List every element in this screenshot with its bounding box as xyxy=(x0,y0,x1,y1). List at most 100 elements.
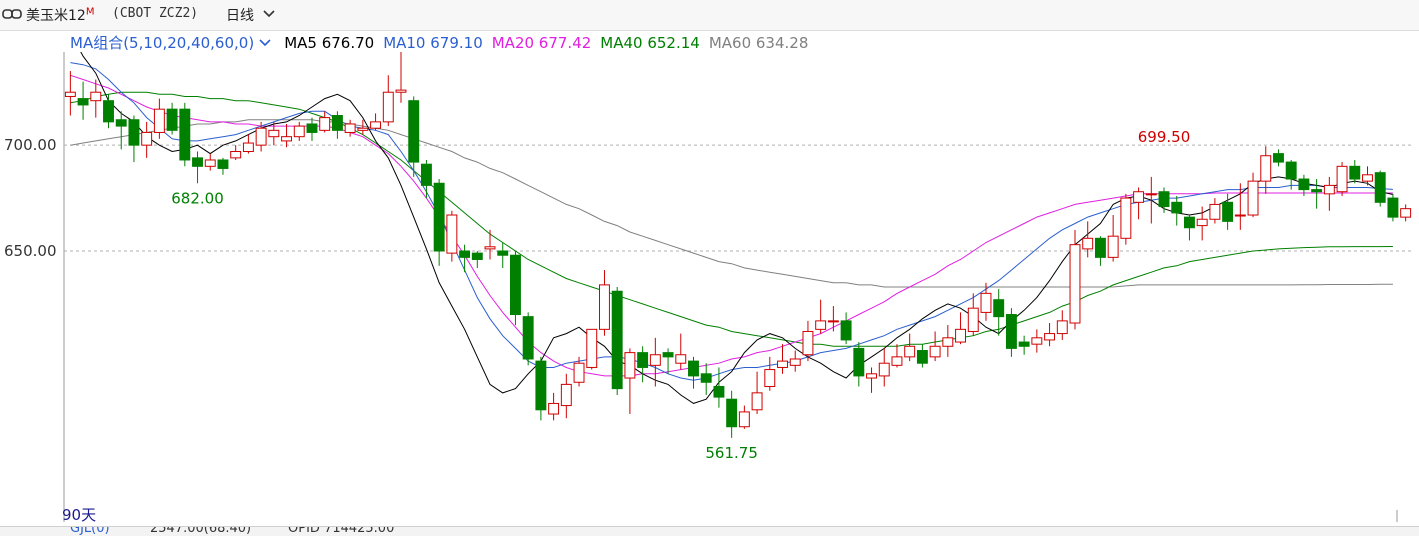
candlestick-chart[interactable]: 700.00650.00 749.25682.00561.75699.5090天 xyxy=(0,52,1419,526)
candle[interactable] xyxy=(1387,193,1399,222)
chevron-down-icon[interactable] xyxy=(262,9,276,19)
candle[interactable] xyxy=(688,356,699,389)
candle[interactable] xyxy=(1234,183,1246,230)
candle[interactable] xyxy=(1222,193,1234,230)
candle[interactable] xyxy=(815,299,827,334)
candle[interactable] xyxy=(1107,215,1119,262)
candle[interactable] xyxy=(802,320,814,362)
candle[interactable] xyxy=(115,111,127,150)
chevron-down-icon[interactable] xyxy=(258,38,272,48)
candle[interactable] xyxy=(726,390,738,438)
candle[interactable] xyxy=(77,81,89,120)
candle[interactable] xyxy=(548,392,560,421)
candle[interactable] xyxy=(675,333,687,370)
candle[interactable] xyxy=(637,346,649,383)
candle[interactable] xyxy=(916,344,928,368)
candle[interactable] xyxy=(306,117,318,141)
candle[interactable] xyxy=(166,102,178,135)
candle[interactable] xyxy=(1044,322,1056,347)
candle[interactable] xyxy=(230,145,242,160)
candle[interactable] xyxy=(420,159,432,199)
candle[interactable] xyxy=(1171,195,1183,226)
candle[interactable] xyxy=(853,342,865,387)
candle[interactable] xyxy=(1349,159,1361,184)
candle[interactable] xyxy=(611,287,623,395)
candle[interactable] xyxy=(522,312,534,366)
candle[interactable] xyxy=(1069,229,1081,330)
candle[interactable] xyxy=(242,134,254,154)
candle[interactable] xyxy=(993,289,1005,336)
candle[interactable] xyxy=(509,251,521,326)
candle[interactable] xyxy=(751,371,763,415)
candle[interactable] xyxy=(1247,172,1259,218)
candle[interactable] xyxy=(560,373,572,419)
ma-combo-selector[interactable]: MA组合(5,10,20,40,60,0) xyxy=(70,34,254,52)
candle[interactable] xyxy=(281,123,293,148)
candle[interactable] xyxy=(1336,162,1348,196)
candle[interactable] xyxy=(319,111,331,133)
candle[interactable] xyxy=(395,52,407,103)
candle[interactable] xyxy=(955,312,967,345)
candle[interactable] xyxy=(1158,187,1170,213)
candle[interactable] xyxy=(1031,329,1043,353)
candle[interactable] xyxy=(204,153,216,171)
candle[interactable] xyxy=(1260,146,1272,194)
candle[interactable] xyxy=(1311,179,1323,209)
candle[interactable] xyxy=(446,210,458,262)
candle[interactable] xyxy=(713,367,725,408)
y-tick-label: 700.00 xyxy=(4,136,57,154)
candle[interactable] xyxy=(866,367,877,393)
candle[interactable] xyxy=(649,337,661,387)
candle[interactable] xyxy=(293,121,305,141)
candle[interactable] xyxy=(484,229,496,260)
candle[interactable] xyxy=(1209,198,1221,224)
candle[interactable] xyxy=(942,325,954,357)
candle[interactable] xyxy=(738,405,750,429)
candle[interactable] xyxy=(904,333,916,362)
candle[interactable] xyxy=(535,356,547,421)
candle[interactable] xyxy=(141,121,153,158)
candle[interactable] xyxy=(331,111,343,139)
candle[interactable] xyxy=(1018,335,1030,355)
candle[interactable] xyxy=(497,242,509,268)
candle[interactable] xyxy=(764,356,776,391)
candle[interactable] xyxy=(179,102,191,167)
candle[interactable] xyxy=(929,331,941,362)
candle[interactable] xyxy=(777,344,788,374)
candle[interactable] xyxy=(433,179,445,266)
candle[interactable] xyxy=(217,157,229,175)
candle[interactable] xyxy=(624,348,636,415)
candle[interactable] xyxy=(382,75,394,127)
candle[interactable] xyxy=(599,270,610,336)
candle[interactable] xyxy=(1183,215,1195,241)
candle[interactable] xyxy=(586,328,598,370)
link-icon[interactable] xyxy=(2,6,22,22)
candle[interactable] xyxy=(1400,204,1412,222)
candle[interactable] xyxy=(1120,193,1132,245)
candle[interactable] xyxy=(1056,310,1068,340)
candle[interactable] xyxy=(878,348,890,387)
candle[interactable] xyxy=(103,94,114,129)
candle[interactable] xyxy=(1323,176,1335,211)
candle[interactable] xyxy=(840,312,852,345)
candle[interactable] xyxy=(662,348,674,374)
candle[interactable] xyxy=(459,244,471,273)
candle[interactable] xyxy=(980,282,992,321)
candle[interactable] xyxy=(1082,221,1094,258)
candle[interactable] xyxy=(827,306,839,332)
candle[interactable] xyxy=(128,115,140,163)
candle[interactable] xyxy=(700,363,712,395)
candle[interactable] xyxy=(64,71,76,116)
candle[interactable] xyxy=(1273,149,1284,167)
candle[interactable] xyxy=(1145,176,1157,224)
candle[interactable] xyxy=(192,151,203,184)
candle[interactable] xyxy=(789,350,801,372)
candle[interactable] xyxy=(370,113,382,131)
period-selector[interactable]: 日线 xyxy=(226,5,254,25)
candle[interactable] xyxy=(471,251,483,268)
candle[interactable] xyxy=(1094,236,1106,266)
candle[interactable] xyxy=(1005,308,1017,357)
candle[interactable] xyxy=(153,98,165,139)
candle[interactable] xyxy=(1374,170,1386,207)
candle[interactable] xyxy=(891,344,903,368)
